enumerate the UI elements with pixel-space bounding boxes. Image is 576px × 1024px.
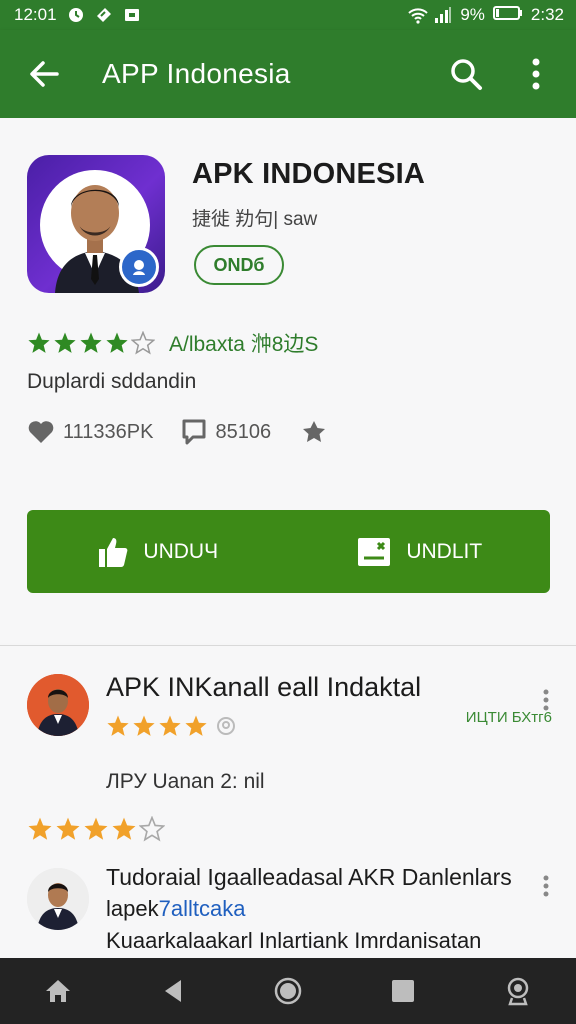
star-full-icon xyxy=(107,715,129,736)
action-bar: UNDUЧ UNDLIT xyxy=(27,510,550,593)
review-subtitle-link[interactable]: 7alltcaka xyxy=(159,896,246,921)
avatar-portrait xyxy=(27,868,89,930)
status-time-left: 12:01 xyxy=(14,5,57,24)
comments-stat: 85106 xyxy=(181,418,271,446)
install-screen-icon xyxy=(358,537,391,566)
heart-icon xyxy=(28,421,54,443)
star-full-icon xyxy=(185,715,207,736)
developer-name[interactable]: 捷徙 劷句| saw xyxy=(192,204,317,231)
search-icon[interactable] xyxy=(446,54,486,94)
battery-icon xyxy=(492,5,523,26)
review-title: APK INKanall eall Indaktal xyxy=(106,672,422,702)
comment-icon xyxy=(182,419,206,445)
system-nav-bar xyxy=(0,958,576,1024)
reviewer-avatar[interactable] xyxy=(27,868,89,930)
star-full-icon xyxy=(106,332,128,353)
signal-icon xyxy=(434,6,452,24)
notification-icon xyxy=(95,6,113,24)
star-full-icon xyxy=(54,332,76,353)
star-full-icon xyxy=(84,817,108,840)
review-stars xyxy=(106,714,238,738)
review-body: ЛРУ Uanan 2: nil xyxy=(106,770,265,793)
battery-percent: 9% xyxy=(460,5,485,24)
likes-stat: 111336PK xyxy=(27,418,153,446)
app-subtitle: Duplardi sddandin xyxy=(27,370,197,393)
status-time-right: 2:32 xyxy=(530,5,564,24)
install-button-label: UNDLIT xyxy=(406,539,483,563)
thumbs-up-icon xyxy=(99,537,128,567)
star-full-icon xyxy=(28,332,50,353)
home-circle-icon[interactable] xyxy=(268,971,308,1011)
star-empty-icon xyxy=(139,816,165,842)
review-list: APK INKanall eall Indaktal ИЦТИ БХтг6 ЛР… xyxy=(0,646,576,958)
home-icon[interactable] xyxy=(38,971,78,1011)
star-full-icon xyxy=(159,715,181,736)
star-full-icon xyxy=(133,715,155,736)
rating-stars xyxy=(27,331,155,355)
install-button[interactable]: UNDLIT xyxy=(289,510,551,593)
star-bookmark-icon[interactable] xyxy=(299,418,329,446)
app-details: APK INDONESIA 捷徙 劷句| saw ONDб A/lbaxta 浺… xyxy=(0,118,576,643)
app-name: APK INDONESIA xyxy=(192,158,426,190)
wifi-icon xyxy=(408,6,429,24)
review-more-icon[interactable] xyxy=(542,874,550,898)
avatar-portrait xyxy=(27,674,89,736)
rating-row: A/lbaxta 浺8边S xyxy=(27,328,318,358)
download-button[interactable]: UNDUЧ xyxy=(27,510,289,593)
clock-icon xyxy=(67,6,85,24)
star-empty-icon xyxy=(131,331,155,355)
app-stats: 111336PK 85106 xyxy=(27,418,329,446)
likes-count: 111336PK xyxy=(63,420,154,443)
review-stars xyxy=(27,816,165,842)
app-bar: APP Indonesia xyxy=(0,30,576,118)
review-title: Tudoraial Igaalleadasal AKR Danlenlars xyxy=(106,864,512,890)
star-full-icon xyxy=(28,817,52,840)
back-arrow-icon[interactable] xyxy=(22,52,66,96)
review-side-label: ИЦТИ БХтг6 xyxy=(465,709,552,726)
rating-text: A/lbaxta 浺8边S xyxy=(169,333,319,356)
recents-icon[interactable] xyxy=(383,971,423,1011)
reviewer-avatar[interactable] xyxy=(27,674,89,736)
star-full-icon xyxy=(112,817,136,840)
download-button-label: UNDUЧ xyxy=(143,539,219,563)
app-icon[interactable] xyxy=(27,155,165,293)
age-rating-pill[interactable]: ONDб xyxy=(194,245,284,285)
back-icon[interactable] xyxy=(153,971,193,1011)
badge-outline-icon xyxy=(217,717,235,735)
star-full-icon xyxy=(56,817,80,840)
page-title: APP Indonesia xyxy=(102,58,291,89)
review-subtitle: lapek7alltcaka xyxy=(106,896,245,922)
comments-count: 85106 xyxy=(215,420,272,443)
more-options-icon[interactable] xyxy=(516,54,556,94)
assistant-icon[interactable] xyxy=(498,971,538,1011)
wishlist-stat[interactable] xyxy=(299,418,329,446)
verified-badge-icon xyxy=(119,247,159,287)
status-bar: 12:01 9% 2:32 xyxy=(0,0,576,30)
screenshot-icon xyxy=(123,6,141,24)
review-body: Kuaarkalaakarl Inlartiank Imrdanisatan xyxy=(106,928,482,953)
review-subtitle-text: lapek xyxy=(106,896,159,921)
star-full-icon xyxy=(80,332,102,353)
